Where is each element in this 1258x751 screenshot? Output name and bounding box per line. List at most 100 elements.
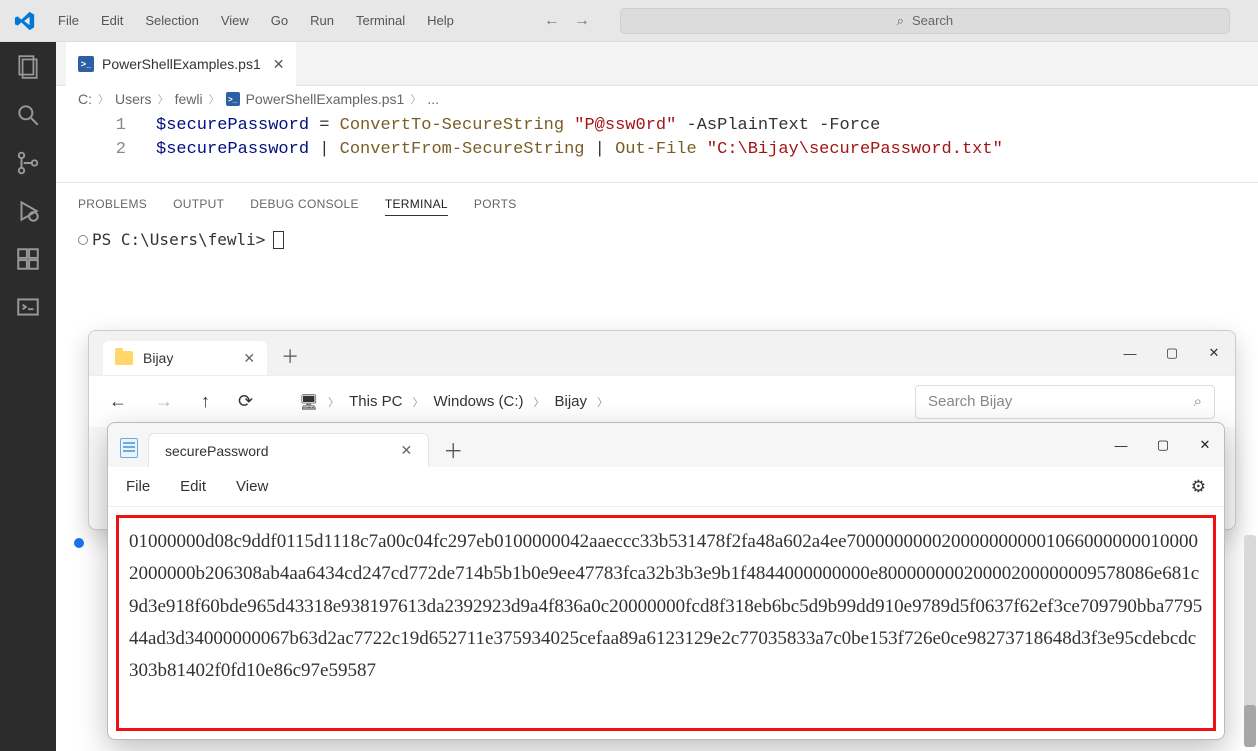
- nav-back-icon[interactable]: ←: [544, 12, 560, 30]
- chevron-icon: 〉: [410, 91, 421, 107]
- notepad-menubar: File Edit View ⚙: [108, 467, 1224, 507]
- explorer-new-tab-icon[interactable]: ＋: [281, 343, 299, 369]
- bc-file[interactable]: PowerShellExamples.ps1: [246, 91, 405, 107]
- explorer-tab-close-icon[interactable]: ✕: [243, 350, 255, 367]
- notepad-content[interactable]: 01000000d08c9ddf0115d1118c7a00c04fc297eb…: [116, 515, 1216, 731]
- menu-go[interactable]: Go: [261, 9, 298, 32]
- notepad-menu-file[interactable]: File: [126, 478, 150, 495]
- debug-icon[interactable]: [15, 198, 41, 224]
- line-number: 1: [56, 114, 156, 138]
- forward-icon[interactable]: →: [155, 391, 173, 412]
- menu-selection[interactable]: Selection: [135, 9, 208, 32]
- command-search[interactable]: ⌕ Search: [620, 8, 1230, 34]
- search-icon: ⌕: [1194, 393, 1202, 410]
- explorer-path[interactable]: 🖥〉 This PC〉 Windows (C:)〉 Bijay〉: [299, 393, 608, 411]
- notepad-window: securePassword ✕ ＋ — ▢ ✕ File Edit View …: [107, 422, 1225, 740]
- search-placeholder: Search: [912, 13, 953, 28]
- terminal-prompt: PS C:\Users\fewli>: [92, 230, 265, 249]
- path-folder[interactable]: Bijay: [555, 393, 588, 410]
- powershell-icon: >_: [226, 92, 240, 106]
- back-icon[interactable]: ←: [109, 391, 127, 412]
- explorer-window-controls: — ▢ ✕: [1123, 346, 1221, 360]
- menu-run[interactable]: Run: [300, 9, 344, 32]
- maximize-icon[interactable]: ▢: [1156, 438, 1170, 452]
- bc-user[interactable]: fewli: [175, 91, 203, 107]
- explorer-tab[interactable]: Bijay ✕: [103, 341, 267, 375]
- notepad-app-icon: [120, 438, 138, 458]
- status-dot-icon: [74, 538, 84, 548]
- search-activity-icon[interactable]: [15, 102, 41, 128]
- editor-tab-active[interactable]: >_ PowerShellExamples.ps1 ✕: [66, 42, 296, 86]
- menu-view[interactable]: View: [211, 9, 259, 32]
- menu-file[interactable]: File: [48, 9, 89, 32]
- nav-forward-icon[interactable]: →: [574, 12, 590, 30]
- panel-tab-problems[interactable]: PROBLEMS: [78, 193, 147, 216]
- source-control-icon[interactable]: [15, 150, 41, 176]
- terminal-cursor: [273, 231, 284, 249]
- minimize-icon[interactable]: —: [1114, 438, 1128, 452]
- panel-tabs: PROBLEMS OUTPUT DEBUG CONSOLE TERMINAL P…: [78, 193, 1236, 216]
- nav-arrows: ← →: [544, 12, 590, 30]
- explorer-toolbar: ← → ↑ ⟳ 🖥〉 This PC〉 Windows (C:)〉 Bijay〉…: [89, 375, 1235, 427]
- panel-tab-output[interactable]: OUTPUT: [173, 193, 224, 216]
- notepad-tab-close-icon[interactable]: ✕: [401, 442, 413, 459]
- notepad-menu-view[interactable]: View: [236, 478, 268, 495]
- chevron-icon: 〉: [412, 394, 423, 410]
- menu-edit[interactable]: Edit: [91, 9, 133, 32]
- minimize-icon[interactable]: —: [1123, 346, 1137, 360]
- chevron-icon: 〉: [534, 394, 545, 410]
- editor-tabs: >_ PowerShellExamples.ps1 ✕: [56, 42, 1258, 86]
- notepad-tab-title: securePassword: [165, 443, 269, 459]
- vscode-titlebar: File Edit Selection View Go Run Terminal…: [0, 0, 1258, 42]
- explorer-icon[interactable]: [15, 54, 41, 80]
- chevron-icon: 〉: [209, 91, 220, 107]
- notepad-tab[interactable]: securePassword ✕: [148, 433, 429, 467]
- explorer-search[interactable]: Search Bijay ⌕: [915, 385, 1215, 419]
- code-line-2: $securePassword | ConvertFrom-SecureStri…: [156, 138, 1003, 162]
- refresh-icon[interactable]: ⟳: [238, 391, 253, 412]
- activitybar: [0, 42, 56, 751]
- maximize-icon[interactable]: ▢: [1165, 346, 1179, 360]
- extensions-icon[interactable]: [15, 246, 41, 272]
- close-icon[interactable]: ✕: [1198, 438, 1212, 452]
- menu-help[interactable]: Help: [417, 9, 464, 32]
- search-icon: ⌕: [897, 13, 904, 29]
- bc-more[interactable]: ...: [427, 91, 439, 107]
- tab-close-icon[interactable]: ✕: [273, 56, 285, 73]
- menubar: File Edit Selection View Go Run Terminal…: [48, 9, 464, 32]
- explorer-search-placeholder: Search Bijay: [928, 393, 1012, 410]
- notepad-titlebar[interactable]: securePassword ✕ ＋ — ▢ ✕: [108, 423, 1224, 467]
- pc-icon: 🖥: [299, 393, 318, 411]
- settings-icon[interactable]: ⚙: [1191, 477, 1206, 497]
- chevron-icon: 〉: [158, 91, 169, 107]
- notepad-new-tab-icon[interactable]: ＋: [443, 435, 463, 464]
- notepad-window-controls: — ▢ ✕: [1114, 438, 1212, 452]
- up-icon[interactable]: ↑: [201, 391, 210, 412]
- panel-tab-debug[interactable]: DEBUG CONSOLE: [250, 193, 359, 216]
- powershell-icon: >_: [78, 56, 94, 72]
- close-icon[interactable]: ✕: [1207, 346, 1221, 360]
- notepad-menu-edit[interactable]: Edit: [180, 478, 206, 495]
- panel-tab-ports[interactable]: PORTS: [474, 193, 517, 216]
- code-editor[interactable]: 1 $securePassword = ConvertTo-SecureStri…: [56, 112, 1258, 182]
- scrollbar-thumb[interactable]: [1244, 705, 1256, 747]
- path-pc[interactable]: This PC: [349, 393, 402, 410]
- terminal[interactable]: PS C:\Users\fewli>: [78, 230, 1236, 249]
- bottom-panel: PROBLEMS OUTPUT DEBUG CONSOLE TERMINAL P…: [56, 182, 1258, 253]
- terminal-panel-icon[interactable]: [15, 294, 41, 320]
- terminal-status-icon: [78, 235, 88, 245]
- chevron-icon: 〉: [328, 394, 339, 410]
- vscode-icon: [14, 10, 36, 32]
- chevron-icon: 〉: [98, 91, 109, 107]
- menu-terminal[interactable]: Terminal: [346, 9, 415, 32]
- explorer-tab-title: Bijay: [143, 350, 173, 366]
- bc-drive[interactable]: C:: [78, 91, 92, 107]
- panel-tab-terminal[interactable]: TERMINAL: [385, 193, 448, 216]
- line-number: 2: [56, 138, 156, 162]
- explorer-titlebar[interactable]: Bijay ✕ ＋ — ▢ ✕: [89, 331, 1235, 375]
- bc-users[interactable]: Users: [115, 91, 152, 107]
- path-drive[interactable]: Windows (C:): [433, 393, 523, 410]
- folder-icon: [115, 351, 133, 365]
- tab-filename: PowerShellExamples.ps1: [102, 56, 261, 72]
- breadcrumbs[interactable]: C: 〉 Users 〉 fewli 〉 >_ PowerShellExamples.…: [56, 86, 1258, 112]
